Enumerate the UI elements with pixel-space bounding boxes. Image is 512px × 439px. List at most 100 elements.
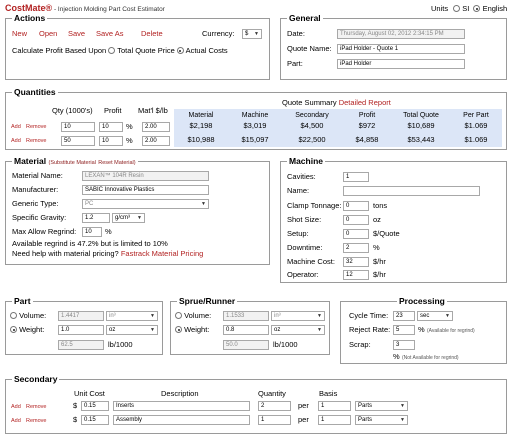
quote-name-field[interactable]: iPad Holder - Quote 1 xyxy=(337,44,465,54)
qty-add-link[interactable]: Add xyxy=(11,136,21,146)
cavities-field[interactable]: 1 xyxy=(343,172,369,182)
operator-label: Operator: xyxy=(287,270,319,279)
secondary-cost-field[interactable]: 0.15 xyxy=(81,415,109,425)
quantities-legend: Quantities xyxy=(12,87,58,97)
cycle-time-unit-select[interactable]: sec ▼ xyxy=(417,311,453,321)
scrap-field[interactable]: 3 xyxy=(393,340,415,350)
secondary-panel: Secondary Unit Cost Description Quantity… xyxy=(5,374,507,434)
profit-field[interactable]: 10 xyxy=(99,136,123,146)
max-regrind-field[interactable]: 10 xyxy=(82,227,102,237)
part-weight-unit-select[interactable]: oz ▼ xyxy=(106,325,158,335)
mat-price-field[interactable]: 2.00 xyxy=(142,122,170,132)
unit-english-radio[interactable] xyxy=(473,5,481,12)
qty-field[interactable]: 10 xyxy=(61,122,95,132)
general-panel: General Date: Thursday, August 02, 2012 … xyxy=(280,13,507,80)
secondary-add-link[interactable]: Add xyxy=(11,402,21,412)
sprue-weight-unit-select[interactable]: oz ▼ xyxy=(271,325,325,335)
part-volume-field: 1.4417 xyxy=(58,311,104,321)
summary-header: Total Quote xyxy=(403,112,439,119)
machine-name-field[interactable] xyxy=(343,186,480,196)
clamp-field[interactable]: 0 xyxy=(343,201,369,211)
profit-field[interactable]: 10 xyxy=(99,122,123,132)
shot-size-unit: oz xyxy=(373,215,381,224)
date-label: Date: xyxy=(287,29,305,38)
app-subtitle: - Injection Molding Part Cost Estimator xyxy=(52,6,165,13)
secondary-quantity-field[interactable]: 2 xyxy=(258,401,291,411)
open-button[interactable]: Open xyxy=(39,29,57,39)
cycle-time-field[interactable]: 23 xyxy=(393,311,415,321)
secondary-basis-field[interactable]: 1 xyxy=(318,401,351,411)
machine-cost-unit: $/hr xyxy=(373,257,386,266)
summary-cell: $1.069 xyxy=(464,121,488,130)
clamp-unit: tons xyxy=(373,201,388,210)
specific-gravity-unit-select[interactable]: g/cm³ ▼ xyxy=(112,213,145,223)
secondary-basis-unit-select[interactable]: Parts ▼ xyxy=(355,401,408,411)
reject-rate-note: (Available for regrind) xyxy=(427,328,475,334)
actual-costs-radio[interactable] xyxy=(176,47,184,54)
basis-header: Basis xyxy=(319,389,338,398)
qty-remove-link[interactable]: Remove xyxy=(26,122,46,132)
secondary-description-field[interactable]: Assembly xyxy=(113,415,250,425)
sprue-weight-radio[interactable] xyxy=(175,326,182,333)
specific-gravity-field[interactable]: 1.2 xyxy=(82,213,110,223)
quantities-panel: Quantities Qty (1000's) Profit Mat'l $/l… xyxy=(5,87,507,150)
secondary-basis-unit-select[interactable]: Parts ▼ xyxy=(355,415,408,425)
specific-gravity-label: Specific Gravity: xyxy=(12,213,67,222)
manufacturer-field[interactable]: SABIC Innovative Plastics xyxy=(82,185,209,195)
mat-price-field[interactable]: 2.00 xyxy=(142,136,170,146)
total-quote-radio[interactable] xyxy=(108,47,116,54)
reject-rate-label: Reject Rate: xyxy=(349,325,391,334)
shot-size-field[interactable]: 0 xyxy=(343,215,369,225)
sprue-volume-unit: in³ xyxy=(274,313,281,319)
part-weight-radio[interactable] xyxy=(10,326,17,333)
part-volume-unit: in³ xyxy=(109,313,116,319)
machine-panel: Machine Cavities: 1 Name: Clamp Tonnage:… xyxy=(280,156,507,283)
part-weight-field[interactable]: 1.0 xyxy=(58,325,104,335)
profit-col-header: Profit xyxy=(104,106,122,115)
secondary-remove-link[interactable]: Remove xyxy=(26,416,46,426)
detailed-report-link[interactable]: Detailed Report xyxy=(339,98,391,107)
part-volume-radio[interactable] xyxy=(10,312,17,319)
delete-button[interactable]: Delete xyxy=(141,29,163,39)
part-field[interactable]: iPad Holder xyxy=(337,59,465,69)
part-panel: Part Volume: 1.4417 in³ ▼ Weight: 1.0 oz ▼… xyxy=(5,296,163,355)
secondary-add-link[interactable]: Add xyxy=(11,416,21,426)
sprue-volume-radio[interactable] xyxy=(175,312,182,319)
secondary-description-field[interactable]: Inserts xyxy=(113,401,250,411)
part-lb-field: 62.5 xyxy=(58,340,104,350)
scrap-pct: % xyxy=(393,352,400,361)
date-field: Thursday, August 02, 2012 2:34:15 PM xyxy=(337,29,465,39)
summary-header: Per Part xyxy=(463,112,489,119)
downtime-field[interactable]: 2 xyxy=(343,243,369,253)
machine-cost-field[interactable]: 32 xyxy=(343,257,369,267)
summary-table: Material Machine Secondary Profit Total … xyxy=(174,109,502,147)
generic-type-select[interactable]: PC ▼ xyxy=(82,199,209,209)
sprue-volume-unit-select[interactable]: in³ ▼ xyxy=(271,311,325,321)
secondary-remove-link[interactable]: Remove xyxy=(26,402,46,412)
qty-add-link[interactable]: Add xyxy=(11,122,21,132)
secondary-quantity-field[interactable]: 1 xyxy=(258,415,291,425)
sprue-weight-option: Weight: xyxy=(175,325,209,335)
sprue-weight-field[interactable]: 0.8 xyxy=(223,325,269,335)
part-volume-unit-select[interactable]: in³ ▼ xyxy=(106,311,158,321)
operator-field[interactable]: 12 xyxy=(343,270,369,280)
fastrack-pricing-link[interactable]: Fastrack Material Pricing xyxy=(121,249,204,258)
scrap-label: Scrap: xyxy=(349,340,371,349)
unit-si-radio[interactable] xyxy=(453,5,461,12)
secondary-basis-field[interactable]: 1 xyxy=(318,415,351,425)
unit-cost-header: Unit Cost xyxy=(74,389,105,398)
save-as-button[interactable]: Save As xyxy=(96,29,124,39)
currency-select[interactable]: $ ▼ xyxy=(242,29,262,39)
secondary-cost-field[interactable]: 0.15 xyxy=(81,401,109,411)
substitute-material-link[interactable]: (Substitute Material xyxy=(49,160,96,166)
setup-field[interactable]: 0 xyxy=(343,229,369,239)
new-button[interactable]: New xyxy=(12,29,27,39)
reject-rate-field[interactable]: 5 xyxy=(393,325,415,335)
sprue-lb-field: 50.0 xyxy=(223,340,269,350)
qty-col-header: Qty (1000's) xyxy=(52,106,93,115)
mat-col-header: Mat'l $/lb xyxy=(138,106,168,115)
qty-remove-link[interactable]: Remove xyxy=(26,136,46,146)
save-button[interactable]: Save xyxy=(68,29,85,39)
qty-field[interactable]: 50 xyxy=(61,136,95,146)
reset-material-link[interactable]: Reset Material) xyxy=(98,160,135,166)
